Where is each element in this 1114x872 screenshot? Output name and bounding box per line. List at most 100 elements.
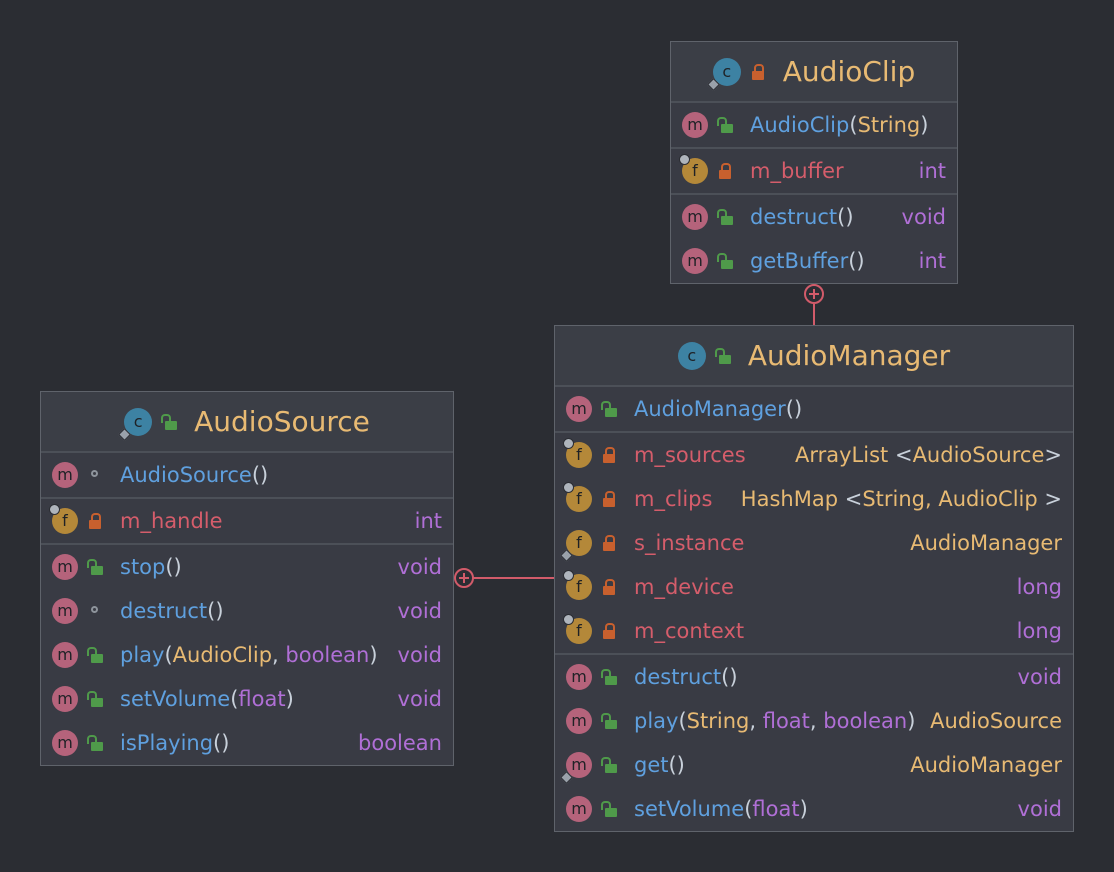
- method-icon: m: [52, 730, 78, 756]
- field-row[interactable]: f m_context long: [555, 609, 1073, 653]
- class-title: AudioClip: [782, 55, 916, 88]
- method-row[interactable]: m setVolume(float) void: [555, 787, 1073, 831]
- method-name: destruct: [750, 205, 838, 229]
- public-lock-icon: [716, 251, 736, 271]
- field-type: long: [1016, 619, 1062, 643]
- package-private-icon: [86, 601, 106, 621]
- public-lock-icon: [600, 799, 620, 819]
- private-lock-icon: [600, 577, 620, 597]
- method-name: AudioManager: [634, 397, 786, 421]
- method-row[interactable]: m getBuffer() int: [671, 239, 957, 283]
- private-lock-icon: [600, 621, 620, 641]
- method-icon: m: [52, 686, 78, 712]
- field-icon: f: [49, 504, 78, 534]
- field-row[interactable]: f s_instance AudioManager: [555, 521, 1073, 565]
- return-type: void: [397, 643, 442, 667]
- param-type: String: [857, 113, 921, 137]
- method-icon: m: [52, 462, 78, 488]
- field-row[interactable]: f m_sources ArrayList <AudioSource>: [555, 433, 1073, 477]
- field-icon: f: [679, 154, 708, 184]
- field-icon: f: [560, 530, 592, 562]
- field-type: AudioManager: [910, 531, 1062, 555]
- public-lock-icon: [600, 399, 620, 419]
- field-row[interactable]: f m_device long: [555, 565, 1073, 609]
- method-name: play: [120, 643, 165, 667]
- constructor-row[interactable]: m AudioSource(): [41, 453, 453, 497]
- method-row[interactable]: m isPlaying() boolean: [41, 721, 453, 765]
- public-lock-icon: [86, 689, 106, 709]
- method-icon: m: [566, 396, 592, 422]
- return-type: void: [1017, 797, 1062, 821]
- method-row[interactable]: m destruct() void: [555, 655, 1073, 699]
- field-name: m_sources: [634, 443, 746, 467]
- public-lock-icon: [714, 344, 734, 368]
- constructor-row[interactable]: m AudioManager(): [555, 387, 1073, 431]
- nesting-symbol-audiosource: [454, 568, 474, 588]
- method-icon: m: [52, 554, 78, 580]
- private-lock-icon: [749, 60, 769, 84]
- public-lock-icon: [86, 645, 106, 665]
- return-type: void: [397, 687, 442, 711]
- field-name: m_buffer: [750, 159, 844, 183]
- methods-section: m destruct() void m play(String, float, …: [555, 655, 1073, 831]
- method-name: setVolume: [634, 797, 745, 821]
- field-type: HashMap <String, AudioClip >: [740, 487, 1062, 511]
- method-row[interactable]: m play(AudioClip, boolean) void: [41, 633, 453, 677]
- return-type: void: [1017, 665, 1062, 689]
- method-row[interactable]: m stop() void: [41, 545, 453, 589]
- public-lock-icon: [160, 410, 180, 434]
- class-header: c AudioManager: [555, 326, 1073, 387]
- method-icon: m: [682, 204, 708, 230]
- field-name: m_clips: [634, 487, 713, 511]
- class-icon: c: [706, 57, 741, 91]
- constructor-row[interactable]: m AudioClip(String): [671, 103, 957, 147]
- fields-section: f m_handle int: [41, 499, 453, 545]
- return-type: int: [918, 249, 946, 273]
- field-row[interactable]: f m_clips HashMap <String, AudioClip >: [555, 477, 1073, 521]
- private-lock-icon: [86, 511, 106, 531]
- method-row[interactable]: m get() AudioManager: [555, 743, 1073, 787]
- return-type: boolean: [358, 731, 442, 755]
- private-lock-icon: [600, 489, 620, 509]
- fields-section: f m_sources ArrayList <AudioSource> f m_…: [555, 433, 1073, 655]
- method-name: AudioSource: [120, 463, 252, 487]
- private-lock-icon: [600, 533, 620, 553]
- public-lock-icon: [716, 207, 736, 227]
- method-row[interactable]: m destruct() void: [41, 589, 453, 633]
- method-name: play: [634, 709, 679, 733]
- package-private-icon: [86, 465, 106, 485]
- class-title: AudioSource: [194, 405, 370, 438]
- method-row[interactable]: m destruct() void: [671, 195, 957, 239]
- private-lock-icon: [716, 161, 736, 181]
- method-name: destruct: [120, 599, 208, 623]
- class-icon: c: [677, 341, 706, 370]
- private-lock-icon: [600, 445, 620, 465]
- field-icon: f: [563, 570, 592, 600]
- method-icon: m: [566, 796, 592, 822]
- field-name: m_handle: [120, 509, 223, 533]
- field-icon: f: [563, 438, 592, 468]
- class-icon: c: [118, 407, 153, 441]
- class-header: c AudioClip: [671, 42, 957, 103]
- class-audiosource[interactable]: c AudioSource m AudioSource() f m_handle…: [40, 391, 454, 766]
- method-name: destruct: [634, 665, 722, 689]
- field-type: ArrayList <AudioSource>: [794, 443, 1062, 467]
- return-type: void: [397, 555, 442, 579]
- class-audioclip[interactable]: c AudioClip m AudioClip(String) f m_buff…: [670, 41, 958, 284]
- method-row[interactable]: m play(String, float, boolean) AudioSour…: [555, 699, 1073, 743]
- class-header: c AudioSource: [41, 392, 453, 453]
- public-lock-icon: [716, 115, 736, 135]
- method-icon: m: [566, 708, 592, 734]
- method-icon: m: [682, 112, 708, 138]
- field-row[interactable]: f m_handle int: [41, 499, 453, 543]
- method-row[interactable]: m setVolume(float) void: [41, 677, 453, 721]
- class-audiomanager[interactable]: c AudioManager m AudioManager() f m_sour…: [554, 325, 1074, 832]
- field-type: long: [1016, 575, 1062, 599]
- constructors-section: m AudioManager(): [555, 387, 1073, 433]
- method-icon: m: [52, 598, 78, 624]
- field-name: m_context: [634, 619, 745, 643]
- method-name: isPlaying: [120, 731, 214, 755]
- field-row[interactable]: f m_buffer int: [671, 149, 957, 193]
- public-lock-icon: [600, 755, 620, 775]
- field-type: int: [414, 509, 442, 533]
